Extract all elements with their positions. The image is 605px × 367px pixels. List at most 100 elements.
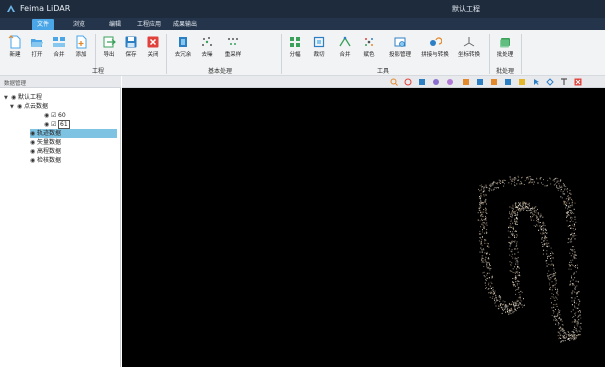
open-button[interactable]: 打开 xyxy=(26,32,48,65)
merge-points-button[interactable]: 合并 xyxy=(334,32,356,65)
app-logo-icon xyxy=(7,5,15,12)
tree-item-cloud-60[interactable]: ◉ ☑ 60 xyxy=(44,111,119,120)
add-button[interactable]: 添加 xyxy=(70,32,92,65)
eye-icon[interactable]: ◉ xyxy=(17,102,24,111)
group-separator xyxy=(281,34,282,74)
eye-icon[interactable]: ◉ xyxy=(44,111,51,120)
measure-icon[interactable] xyxy=(462,78,470,86)
denoise-button[interactable]: 去噪 xyxy=(196,32,218,65)
group-label-tools: 工具 xyxy=(376,68,389,75)
export-icon xyxy=(103,36,116,48)
tree-item-elevation[interactable]: ◉ 高程数据 xyxy=(30,147,117,156)
merge-button[interactable]: 合并 xyxy=(48,32,70,65)
group-separator xyxy=(166,34,167,74)
panel-title: 数据管理 xyxy=(4,81,27,87)
label-icon[interactable] xyxy=(504,78,512,86)
save-button[interactable]: 保存 xyxy=(120,32,142,65)
new-file-icon xyxy=(8,35,21,49)
tile-button-label: 分幅 xyxy=(289,52,301,58)
close-button[interactable]: 关闭 xyxy=(142,32,164,65)
tree-item-project[interactable]: ▼ ◉ 默认工程 xyxy=(4,93,119,102)
eye-icon[interactable]: ◉ xyxy=(30,147,37,156)
tree-item-label: 点云数据 xyxy=(24,103,49,110)
tab-engineering[interactable]: 工程应用 xyxy=(134,19,164,30)
tab-browse[interactable]: 浏览 xyxy=(68,19,90,30)
layer-icon[interactable] xyxy=(476,78,484,86)
merge-button-label: 合并 xyxy=(53,52,65,58)
group-separator xyxy=(489,34,490,74)
select-arrow-icon[interactable] xyxy=(532,78,540,86)
new-button[interactable]: 新建 xyxy=(4,32,26,65)
checkbox-icon[interactable]: ☑ xyxy=(51,111,58,120)
eye-icon[interactable]: ◉ xyxy=(30,156,37,165)
export-button[interactable]: 导出 xyxy=(98,32,120,65)
fit-view-icon[interactable] xyxy=(418,78,426,86)
panel-header: 数据管理 xyxy=(0,76,121,88)
export-button-label: 导出 xyxy=(103,52,115,58)
tree-item-label: 默认工程 xyxy=(18,94,43,101)
group-separator xyxy=(521,34,522,74)
group-label-project: 工程 xyxy=(91,68,104,75)
tab-edit[interactable]: 编辑 xyxy=(104,19,126,30)
tree-item-vector[interactable]: ◉ 矢量数据 xyxy=(30,138,117,147)
chevron-down-icon[interactable]: ▼ xyxy=(10,103,17,112)
colorize-button[interactable]: 赋色 xyxy=(358,32,380,65)
viewer-toolbar xyxy=(122,76,605,88)
new-button-label: 新建 xyxy=(9,52,21,58)
tab-file[interactable]: 文件 xyxy=(32,19,54,30)
tile-button[interactable]: 分幅 xyxy=(284,32,306,65)
rotate-icon[interactable] xyxy=(404,78,412,86)
deredundant-button[interactable]: 去冗余 xyxy=(170,32,196,65)
add-button-label: 添加 xyxy=(75,52,87,58)
tree-item-check[interactable]: ◉ 检核数据 xyxy=(30,156,117,165)
merge-points-button-label: 合并 xyxy=(339,52,351,58)
info-icon[interactable] xyxy=(490,78,498,86)
add-file-icon xyxy=(76,35,87,49)
close-button-label: 关闭 xyxy=(147,52,159,58)
document-title: 默认工程 xyxy=(452,5,480,13)
group-label-basic: 基本处理 xyxy=(207,68,232,75)
stitch-button[interactable]: 拼接与转换 xyxy=(418,32,452,65)
eye-icon[interactable]: ◉ xyxy=(30,129,37,138)
colorize-button-label: 赋色 xyxy=(363,52,375,58)
batch-icon xyxy=(500,38,510,48)
coordinate-icon xyxy=(463,37,475,47)
merge-points-icon xyxy=(339,36,351,47)
open-button-label: 打开 xyxy=(31,52,43,58)
stitch-icon xyxy=(430,37,442,46)
projection-button[interactable]: 投影管理 xyxy=(385,32,415,65)
coordinate-button-label: 坐标转换 xyxy=(457,52,480,58)
color-icon[interactable] xyxy=(518,78,526,86)
stitch-button-label: 拼接与转换 xyxy=(421,52,449,58)
tile-icon xyxy=(290,37,300,47)
batch-button[interactable]: 批处理 xyxy=(492,32,518,65)
crop-button[interactable]: 裁切 xyxy=(308,32,330,65)
tree-item-point-cloud[interactable]: ▼ ◉ 点云数据 xyxy=(10,102,119,111)
view-front-icon[interactable] xyxy=(432,78,440,86)
tree-item-cloud-61[interactable]: ◉ ☑ 61 xyxy=(44,120,119,129)
projection-icon xyxy=(394,37,406,47)
denoise-button-label: 去噪 xyxy=(201,52,213,58)
ribbon-toolbar: 新建 打开 合并 添加 导出 保存 关闭 工程 去冗余 去噪 重采样 基本处理 … xyxy=(0,30,605,76)
polygon-icon[interactable] xyxy=(546,78,554,86)
close-icon xyxy=(147,36,159,48)
title-bar: Feima LiDAR 默认工程 xyxy=(0,0,605,18)
denoise-icon xyxy=(202,37,212,46)
tab-output[interactable]: 成果输出 xyxy=(170,19,200,30)
resample-button[interactable]: 重采样 xyxy=(220,32,246,65)
tree-item-trajectory[interactable]: ◉ 轨迹数据 xyxy=(30,129,117,138)
point-cloud-viewport[interactable] xyxy=(122,88,605,367)
eye-icon[interactable]: ◉ xyxy=(44,120,51,129)
eye-icon[interactable]: ◉ xyxy=(11,93,18,102)
save-icon xyxy=(125,36,137,48)
zoom-in-icon[interactable] xyxy=(390,78,398,86)
view-side-icon[interactable] xyxy=(446,78,454,86)
pin-icon[interactable] xyxy=(560,78,568,86)
coordinate-button[interactable]: 坐标转换 xyxy=(454,32,484,65)
checkbox-icon[interactable]: ☑ xyxy=(51,120,58,129)
point-cloud-canvas[interactable] xyxy=(122,88,605,367)
eye-icon[interactable]: ◉ xyxy=(30,138,37,147)
point-cloud-trajectory xyxy=(477,175,582,343)
close-view-icon[interactable] xyxy=(574,78,582,86)
tree-item-label: 矢量数据 xyxy=(37,139,62,146)
